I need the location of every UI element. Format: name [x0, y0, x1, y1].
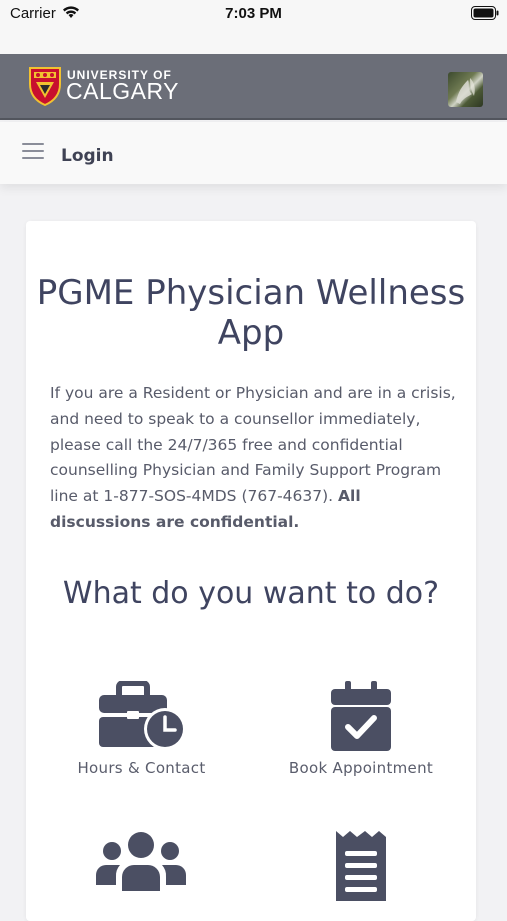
hamburger-menu-icon[interactable] — [22, 143, 44, 160]
resources-button[interactable] — [316, 829, 406, 907]
receipt-icon — [336, 831, 386, 901]
page-title: Login — [61, 146, 114, 166]
university-header: UNIVERSITY OF CALGARY — [0, 54, 507, 120]
university-crest-icon — [29, 67, 61, 106]
hours-contact-button[interactable]: Hours & Contact — [64, 681, 219, 777]
status-time: 7:03 PM — [225, 5, 282, 22]
book-appointment-label: Book Appointment — [288, 759, 434, 777]
app-title: PGME Physician Wellness App — [36, 273, 466, 353]
avatar[interactable] — [448, 72, 483, 107]
group-services-button[interactable] — [86, 829, 196, 899]
hours-contact-label: Hours & Contact — [77, 759, 206, 777]
status-bar: Carrier 7:03 PM — [0, 0, 507, 54]
briefcase-clock-icon — [98, 681, 186, 750]
crisis-text: If you are a Resident or Physician and a… — [50, 384, 456, 506]
book-appointment-button[interactable]: Book Appointment — [281, 681, 441, 777]
avatar-image-icon — [456, 78, 475, 104]
section-title: What do you want to do? — [62, 576, 440, 611]
nav-bar: Login — [0, 122, 507, 184]
battery-icon — [471, 6, 499, 20]
university-name-line2: CALGARY — [66, 78, 180, 104]
calendar-check-icon — [331, 681, 391, 751]
main-card: PGME Physician Wellness App If you are a… — [26, 221, 476, 921]
crisis-message: If you are a Resident or Physician and a… — [50, 381, 460, 536]
users-icon — [96, 832, 186, 891]
